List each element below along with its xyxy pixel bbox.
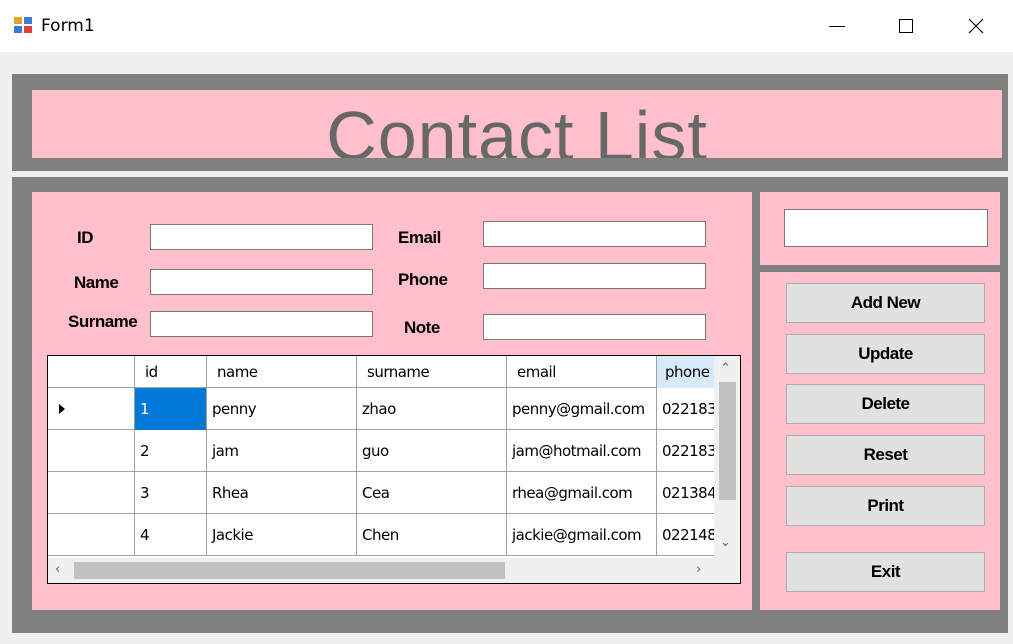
table-cell[interactable]: 022148 [657,514,717,556]
close-icon [968,18,984,34]
current-row-icon [59,404,65,414]
horizontal-scrollbar[interactable]: ‹ › [48,558,740,583]
close-button[interactable] [941,0,1011,52]
phone-field[interactable] [483,263,706,289]
horizontal-scroll-thumb[interactable] [74,562,505,579]
surname-label: Surname [68,312,138,331]
search-input[interactable] [784,209,988,247]
id-label: ID [77,228,94,247]
table-cell[interactable]: 021384 [657,472,717,514]
name-field[interactable] [150,269,373,295]
row-header[interactable] [48,388,135,430]
table-cell[interactable]: 1 [135,388,207,430]
scroll-left-icon[interactable]: ‹ [55,563,60,577]
scroll-down-icon[interactable]: ⌄ [720,536,731,550]
row-header[interactable] [48,514,135,556]
form-app-icon [14,17,33,34]
add-new-button[interactable]: Add New [786,283,985,323]
table-cell[interactable]: rhea@gmail.com [507,472,657,514]
exit-button[interactable]: Exit [786,552,985,592]
surname-field[interactable] [150,311,373,337]
contacts-grid[interactable]: id name surname email phone 1 penny zhao… [47,355,741,584]
email-field[interactable] [483,221,706,247]
minimize-button[interactable] [802,0,872,52]
table-cell[interactable]: 3 [135,472,207,514]
print-button[interactable]: Print [786,486,985,526]
window-title: Form1 [41,16,95,36]
table-cell[interactable]: Rhea [207,472,357,514]
table-cell[interactable]: penny [207,388,357,430]
table-cell[interactable]: zhao [357,388,507,430]
note-label: Note [404,318,440,337]
table-cell[interactable]: penny@gmail.com [507,388,657,430]
table-cell[interactable]: 2 [135,430,207,472]
table-row[interactable]: 4 Jackie Chen jackie@gmail.com 022148 [48,514,717,556]
name-label: Name [74,273,119,292]
minimize-icon [829,25,845,27]
column-header-phone[interactable]: phone [657,356,717,388]
column-header-id[interactable]: id [135,356,207,388]
table-cell[interactable]: 022183 [657,430,717,472]
maximize-icon [899,19,913,33]
row-header[interactable] [48,472,135,514]
update-button[interactable]: Update [786,334,985,374]
table-cell[interactable]: guo [357,430,507,472]
table-cell[interactable]: Jackie [207,514,357,556]
table-row[interactable]: 3 Rhea Cea rhea@gmail.com 021384 [48,472,717,514]
table-cell[interactable]: jackie@gmail.com [507,514,657,556]
row-header-corner[interactable] [48,356,135,388]
title-bar[interactable]: Form1 [0,0,1013,52]
scroll-up-icon[interactable]: ⌃ [720,362,731,376]
row-header[interactable] [48,430,135,472]
phone-label: Phone [398,270,448,289]
reset-button[interactable]: Reset [786,435,985,475]
table-row[interactable]: 1 penny zhao penny@gmail.com 022183 [48,388,717,430]
maximize-button[interactable] [871,0,941,52]
page-title: Contact List [326,97,708,158]
table-cell[interactable]: 4 [135,514,207,556]
id-field[interactable] [150,224,373,250]
column-header-name[interactable]: name [207,356,357,388]
form1-window: Form1 Contact List ID Name Surname Email… [0,0,1013,644]
column-header-surname[interactable]: surname [357,356,507,388]
email-label: Email [398,228,441,247]
delete-button[interactable]: Delete [786,384,985,424]
table-cell[interactable]: jam [207,430,357,472]
grid-header: id name surname email phone [48,356,717,388]
table-cell[interactable]: jam@hotmail.com [507,430,657,472]
vertical-scroll-thumb[interactable] [719,382,736,500]
note-field[interactable] [483,314,706,340]
table-cell[interactable]: Chen [357,514,507,556]
table-row[interactable]: 2 jam guo jam@hotmail.com 022183 [48,430,717,472]
table-cell[interactable]: Cea [357,472,507,514]
table-cell[interactable]: 022183 [657,388,717,430]
scroll-right-icon[interactable]: › [696,563,701,577]
header-panel: Contact List [32,90,1002,158]
column-header-email[interactable]: email [507,356,657,388]
vertical-scrollbar[interactable]: ⌃ ⌄ [714,356,740,558]
